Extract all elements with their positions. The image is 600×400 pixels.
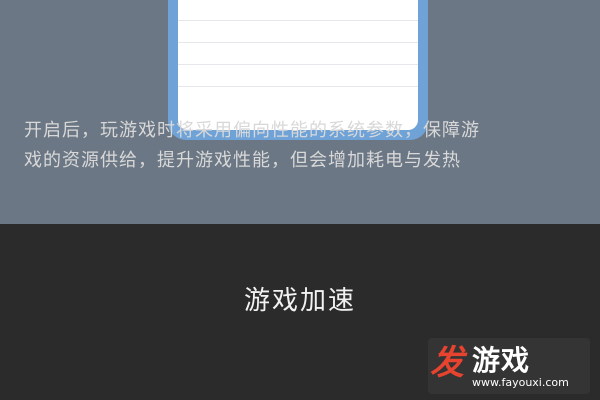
description-line: 戏的资源供给，提升游戏性能，但会增加耗电与发热 bbox=[24, 150, 461, 171]
screen-line bbox=[178, 20, 418, 21]
sheet-title: 游戏加速 bbox=[243, 286, 356, 316]
watermark-url: www.fayouxi.com bbox=[472, 376, 569, 389]
screen-line bbox=[178, 86, 418, 87]
watermark-brand: 游戏 bbox=[472, 344, 531, 377]
screen-line bbox=[178, 64, 418, 65]
sheet-description: 开启后，玩游戏时将采用偏向性能的系统参数，保障游 戏的资源供给，提升游戏性能，但… bbox=[24, 116, 584, 176]
screen-line bbox=[178, 42, 418, 43]
site-watermark: 发 游戏 www.fayouxi.com bbox=[428, 332, 598, 396]
description-line: 开启后，玩游戏时将采用偏向性能的系统参数，保障游 bbox=[24, 120, 480, 141]
phone-screen bbox=[178, 0, 418, 130]
illustration-backdrop bbox=[0, 0, 600, 224]
watermark-logo-icon: 发 bbox=[430, 343, 464, 383]
